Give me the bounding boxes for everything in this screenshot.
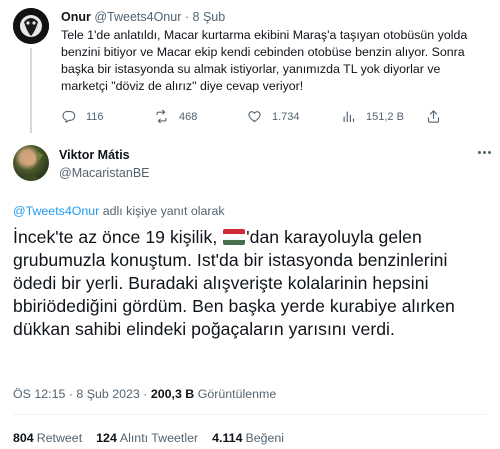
reply-button[interactable]: 116	[61, 109, 104, 124]
tweet-date[interactable]: 8 Şub	[193, 10, 226, 24]
share-icon	[427, 110, 440, 123]
meta-separator: ·	[143, 387, 148, 401]
retweet-button[interactable]: 468	[154, 109, 197, 124]
quotes-stat[interactable]: 124 Alıntı Tweetler	[96, 431, 198, 445]
reply-context-label: adlı kişiye yanıt olarak	[102, 204, 225, 218]
tweet-text-part-1: İncek'te az önce 19 kişilik,	[13, 227, 218, 247]
quotes-label: Alıntı Tweetler	[119, 431, 199, 445]
more-options-icon[interactable]	[478, 151, 494, 157]
tweet-timestamp-row: ÖS 12:15 · 8 Şub 2023 · 200,3 B Görüntül…	[13, 387, 276, 401]
tweet-date[interactable]: 8 Şub 2023	[76, 387, 139, 401]
analytics-icon	[343, 111, 355, 123]
parent-tweet[interactable]: Onur @Tweets4Onur · 8 Şub Tele 1'de anla…	[0, 0, 500, 133]
retweets-stat[interactable]: 804 Retweet	[13, 431, 82, 445]
author-handle[interactable]: @Tweets4Onur	[94, 10, 181, 24]
views-label: Görüntülenme	[197, 387, 277, 401]
parent-tweet-actions: 116 468 1.734 151,2 B	[61, 109, 441, 125]
retweets-label: Retweet	[36, 431, 83, 445]
tweet-time[interactable]: ÖS 12:15	[13, 387, 65, 401]
retweet-icon	[156, 109, 167, 124]
view-count: 151,2 B	[366, 110, 404, 123]
author-handle[interactable]: @MacaristanBE	[59, 166, 150, 180]
meta-separator: ·	[184, 10, 190, 24]
reply-mention-link[interactable]: @Tweets4Onur	[13, 204, 99, 218]
reply-context: @Tweets4Onur adlı kişiye yanıt olarak	[13, 204, 225, 218]
parent-tweet-text: Tele 1'de anlatıldı, Macar kurtarma ekib…	[61, 28, 468, 94]
heart-icon	[248, 111, 261, 123]
avatar[interactable]	[13, 145, 49, 181]
avatar-image	[13, 8, 49, 44]
reply-icon	[62, 110, 76, 123]
likes-count: 4.114	[212, 431, 243, 445]
avatar-image	[21, 151, 43, 181]
author-name[interactable]: Viktor Mátis	[59, 148, 130, 162]
like-count: 1.734	[272, 110, 300, 123]
quotes-count: 124	[96, 431, 117, 445]
views-count: 200,3 B	[150, 387, 195, 401]
reply-count: 116	[86, 110, 104, 123]
meta-separator: ·	[68, 387, 73, 401]
author-name[interactable]: Onur	[61, 10, 91, 24]
like-button[interactable]: 1.734	[247, 109, 300, 124]
likes-stat[interactable]: 4.114 Beğeni	[212, 431, 284, 445]
main-tweet-text: İncek'te az önce 19 kişilik, 'dan karayo…	[13, 226, 493, 341]
share-button[interactable]	[426, 109, 441, 129]
divider	[13, 414, 487, 415]
likes-label: Beğeni	[245, 431, 285, 445]
hungary-flag-icon	[223, 229, 246, 245]
parent-tweet-header: Onur @Tweets4Onur · 8 Şub	[61, 10, 225, 24]
thread-connector	[30, 48, 32, 133]
avatar[interactable]	[13, 8, 49, 44]
views-button[interactable]: 151,2 B	[341, 109, 404, 124]
retweets-count: 804	[13, 431, 34, 445]
retweet-count: 468	[179, 110, 198, 123]
engagement-stats: 804 Retweet 124 Alıntı Tweetler 4.114 Beğen…	[13, 431, 284, 445]
